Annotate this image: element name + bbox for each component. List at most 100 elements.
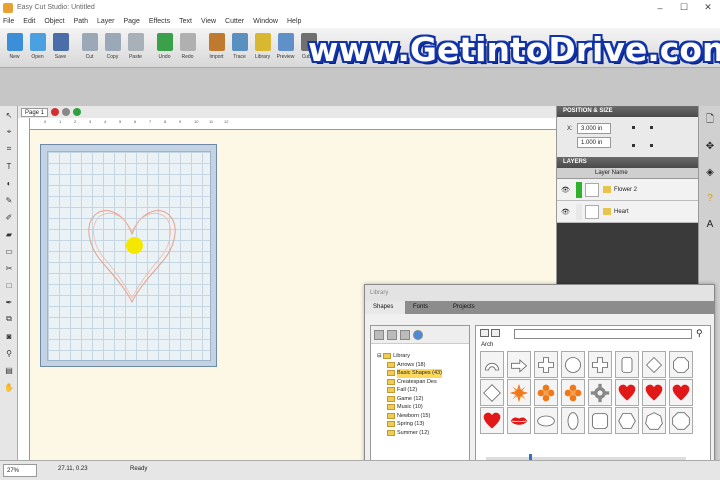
- shape-rounded-square[interactable]: [588, 407, 612, 434]
- shape-cross-round[interactable]: [534, 351, 558, 378]
- redo-button[interactable]: Redo: [176, 28, 199, 66]
- save-button[interactable]: Save: [49, 28, 72, 66]
- eraser-tool-icon[interactable]: ▰: [3, 229, 15, 239]
- copy-button[interactable]: Copy: [101, 28, 124, 66]
- shape-lips[interactable]: [507, 407, 531, 434]
- shape-flower[interactable]: [534, 379, 558, 406]
- menu-file[interactable]: File: [3, 18, 14, 25]
- shape-oval[interactable]: [561, 407, 585, 434]
- shape-heart[interactable]: [615, 379, 639, 406]
- copy-icon[interactable]: [400, 329, 410, 340]
- zoom-tool-icon[interactable]: ⚲: [3, 348, 15, 358]
- cut-button[interactable]: Cut: [78, 28, 101, 66]
- transform-tool-icon[interactable]: ⧉: [3, 314, 15, 324]
- tree-root[interactable]: ⊟ Library: [377, 352, 442, 361]
- shape-heart[interactable]: [642, 379, 666, 406]
- shape-octagon[interactable]: [669, 407, 693, 434]
- new-folder-icon[interactable]: [374, 329, 384, 340]
- tab-projects[interactable]: Projects: [445, 301, 485, 314]
- zoom-select[interactable]: 27%: [3, 464, 37, 477]
- delete-page-icon[interactable]: [51, 108, 60, 116]
- square-tool-icon[interactable]: □: [3, 280, 15, 290]
- heart-outline-shape[interactable]: [84, 202, 180, 306]
- align-icon[interactable]: ✥: [702, 138, 718, 154]
- undo-button[interactable]: Undo: [153, 28, 176, 66]
- weld-tool-icon[interactable]: ✒: [3, 297, 15, 307]
- menu-cutter[interactable]: Cutter: [225, 18, 244, 25]
- node-tool-icon[interactable]: ⌖: [3, 127, 15, 137]
- measure-tool-icon[interactable]: ▤: [3, 365, 15, 375]
- close-button[interactable]: ✕: [696, 0, 720, 15]
- refresh-icon[interactable]: [413, 329, 423, 340]
- rectangle-tool-icon[interactable]: ▭: [3, 246, 15, 256]
- shape-heart[interactable]: [480, 407, 504, 434]
- layer-row[interactable]: 👁 Flower 2: [557, 179, 698, 201]
- knife-tool-icon[interactable]: ✂: [3, 263, 15, 273]
- layer-color-swatch[interactable]: [576, 203, 582, 220]
- menu-window[interactable]: Window: [253, 18, 278, 25]
- shape-sun-flower[interactable]: [507, 379, 531, 406]
- hand-tool-icon[interactable]: ✋: [3, 382, 15, 392]
- text-style-icon[interactable]: A: [702, 216, 718, 232]
- shadow-tool-icon[interactable]: ◙: [3, 331, 15, 341]
- paste-button[interactable]: Paste: [124, 28, 147, 66]
- maximize-button[interactable]: ☐: [672, 0, 696, 15]
- shape-octagon-round[interactable]: [669, 351, 693, 378]
- tree-item[interactable]: Game (12): [377, 395, 442, 404]
- menu-view[interactable]: View: [201, 18, 216, 25]
- shape-arch[interactable]: [480, 351, 504, 378]
- menu-edit[interactable]: Edit: [23, 18, 35, 25]
- page-settings-icon[interactable]: [62, 108, 71, 116]
- tab-page-1[interactable]: Page 1: [21, 107, 49, 117]
- minimize-button[interactable]: –: [648, 0, 672, 15]
- tree-item[interactable]: Newborn (15): [377, 412, 442, 421]
- shape-diamond-round[interactable]: [642, 351, 666, 378]
- visibility-eye-icon[interactable]: 👁: [561, 208, 573, 216]
- tree-item[interactable]: Createspan Des: [377, 378, 442, 387]
- shape-rounded-rect[interactable]: [615, 351, 639, 378]
- delete-icon[interactable]: [387, 329, 397, 340]
- preview-button[interactable]: Preview: [274, 28, 297, 66]
- shape-gear[interactable]: [588, 379, 612, 406]
- shape-flower[interactable]: [561, 379, 585, 406]
- menu-text[interactable]: Text: [179, 18, 192, 25]
- add-page-icon[interactable]: [73, 108, 82, 116]
- text-tool-icon[interactable]: T: [3, 161, 15, 171]
- list-view-icon[interactable]: [491, 329, 500, 337]
- menu-effects[interactable]: Effects: [149, 18, 170, 25]
- library-button[interactable]: Library: [251, 28, 274, 66]
- menu-page[interactable]: Page: [124, 18, 140, 25]
- trace-button[interactable]: Trace: [228, 28, 251, 66]
- tree-item[interactable]: Spring (13): [377, 420, 442, 429]
- layer-row[interactable]: 👁 Heart: [557, 201, 698, 223]
- document-icon[interactable]: 🗋: [702, 112, 718, 128]
- shape-diamond[interactable]: [480, 379, 504, 406]
- new-button[interactable]: New: [3, 28, 26, 66]
- visibility-eye-icon[interactable]: 👁: [561, 186, 573, 194]
- tree-item[interactable]: Summer (12): [377, 429, 442, 438]
- menu-help[interactable]: Help: [287, 18, 301, 25]
- menu-path[interactable]: Path: [74, 18, 88, 25]
- crop-tool-icon[interactable]: ⌗: [3, 144, 15, 154]
- shape-ellipse[interactable]: [534, 407, 558, 434]
- fill-tool-icon[interactable]: ◐: [3, 178, 15, 188]
- layer-color-swatch[interactable]: [576, 181, 582, 198]
- layers-header[interactable]: LAYERS: [557, 157, 698, 168]
- import-button[interactable]: Import: [205, 28, 228, 66]
- library-search-input[interactable]: [514, 329, 692, 339]
- tab-shapes[interactable]: Shapes: [365, 301, 405, 314]
- y-field[interactable]: 1.000 in: [577, 137, 611, 148]
- shape-arrow[interactable]: [507, 351, 531, 378]
- x-field[interactable]: 3.000 in: [577, 123, 611, 134]
- shape-heart[interactable]: [669, 379, 693, 406]
- menu-layer[interactable]: Layer: [97, 18, 115, 25]
- open-button[interactable]: Open: [26, 28, 49, 66]
- tree-item[interactable]: Arrows (18): [377, 361, 442, 370]
- tree-item[interactable]: Basic Shapes (43): [377, 369, 442, 378]
- shape-cross[interactable]: [588, 351, 612, 378]
- grid-view-icon[interactable]: [480, 329, 489, 337]
- menu-object[interactable]: Object: [44, 18, 64, 25]
- pen-tool-icon[interactable]: ✎: [3, 195, 15, 205]
- yellow-circle-shape[interactable]: [126, 237, 143, 254]
- tree-item[interactable]: Fall (12): [377, 386, 442, 395]
